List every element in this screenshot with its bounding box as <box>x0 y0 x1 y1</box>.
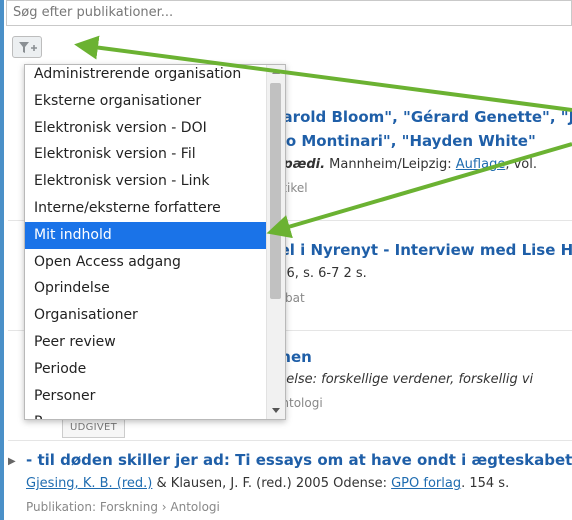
result-2-title[interactable]: kel i Nyrenyt - Interview med Lise Ho <box>270 241 572 259</box>
filter-options-list: Administrerende organisation Eksterne or… <box>25 65 269 419</box>
result-4-author-1[interactable]: Gjesing, K. B. (red.) <box>26 476 152 491</box>
filter-option[interactable]: Periode <box>25 356 269 383</box>
filter-option[interactable]: Elektronisk version - Link <box>25 168 269 195</box>
status-badge: UDGIVET <box>62 418 126 438</box>
filter-plus-icon <box>19 42 37 53</box>
result-4-title[interactable]: - til døden skiller jer ad: Ti essays om… <box>26 451 572 469</box>
expand-caret-icon[interactable]: ▶ <box>8 456 16 467</box>
filter-option[interactable]: Peer review <box>25 329 269 356</box>
result-1-meta-rest: Mannheim/Leipzig: <box>325 157 456 172</box>
result-4-author-sep: & Klausen, J. F. (red.) 2005 Odense: <box>152 476 392 491</box>
search-box[interactable] <box>6 0 572 26</box>
filter-dropdown[interactable]: Administrerende organisation Eksterne or… <box>24 64 286 420</box>
scroll-up-icon[interactable] <box>272 69 280 74</box>
filter-option[interactable]: Open Access adgang <box>25 249 269 276</box>
result-4-publisher[interactable]: GPO forlag <box>391 476 461 491</box>
add-filter-button[interactable] <box>12 36 42 58</box>
filter-option[interactable]: Elektronisk version - Fil <box>25 141 269 168</box>
result-4-sub: Publikation: Forskning › Antologi <box>26 500 220 514</box>
result-1-title-line1[interactable]: Harold Bloom", "Gérard Genette", "Jac <box>270 108 572 126</box>
dropdown-scrollbar[interactable] <box>266 65 285 419</box>
search-input[interactable] <box>7 1 571 24</box>
filter-option[interactable]: Organisationer <box>25 302 269 329</box>
scroll-down-icon[interactable] <box>272 408 280 413</box>
filter-option[interactable]: Elektronisk version - DOI <box>25 115 269 142</box>
filter-option[interactable]: Personer <box>25 383 269 410</box>
divider <box>8 440 572 441</box>
result-1-title-line2[interactable]: ino Montinari", "Hayden White" <box>270 132 536 150</box>
filter-option[interactable]: Administrerende organisation <box>25 65 269 88</box>
result-1-meta: lopædi. Mannheim/Leipzig: Auflage, vol. <box>270 157 537 172</box>
result-1-meta-link[interactable]: Auflage <box>456 157 506 172</box>
result-4-pages: . 154 s. <box>461 476 510 491</box>
filter-option[interactable]: Oprindelse <box>25 275 269 302</box>
result-3-meta: agelse: forskellige verdener, forskellig… <box>270 372 534 387</box>
result-4-meta: Gjesing, K. B. (red.) & Klausen, J. F. (… <box>26 476 509 491</box>
filter-option[interactable]: Eksterne organisationer <box>25 88 269 115</box>
scrollbar-thumb[interactable] <box>270 83 281 299</box>
result-1-meta-tail: , vol. <box>505 157 537 172</box>
filter-option-selected[interactable]: Mit indhold <box>25 221 269 249</box>
filter-option[interactable]: P... <box>25 409 269 419</box>
filter-option[interactable]: Interne/eksterne forfattere <box>25 195 269 222</box>
